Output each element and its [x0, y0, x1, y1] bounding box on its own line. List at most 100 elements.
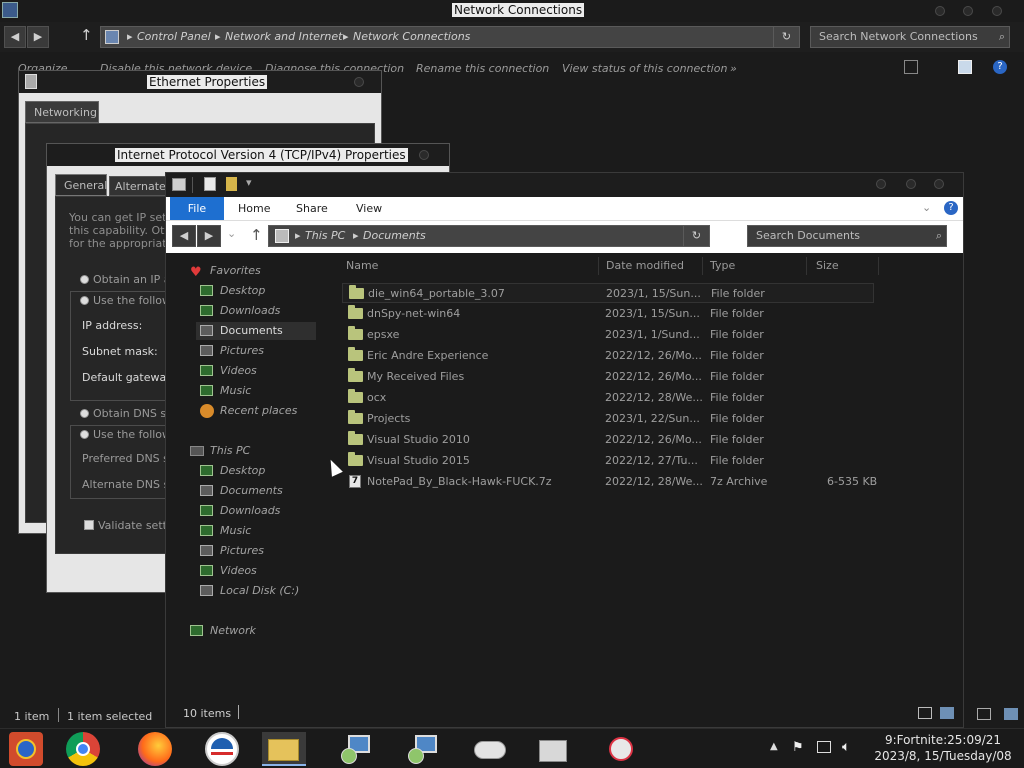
- ribbon-tab-file[interactable]: File: [170, 197, 224, 220]
- obtain-ip-option[interactable]: Obtain an IP ac: [80, 273, 177, 286]
- tab-alternate[interactable]: Alternate: [109, 176, 169, 196]
- validate-option[interactable]: Validate settin: [84, 519, 177, 532]
- details-view-icon[interactable]: [918, 707, 932, 719]
- table-row[interactable]: die_win64_portable_3.07 2023/1, 15/Sun...…: [342, 283, 874, 303]
- table-row[interactable]: ocx 2022/12, 28/We... File folder: [342, 388, 874, 408]
- large-icons-view-icon[interactable]: [1004, 708, 1018, 720]
- snipping-tool-icon[interactable]: [604, 732, 638, 766]
- quick-access-dropdown-icon[interactable]: ▾: [246, 176, 252, 189]
- details-view-icon[interactable]: [977, 708, 991, 720]
- search-box[interactable]: Search Documents ⌕: [747, 225, 947, 247]
- refresh-icon[interactable]: ↻: [683, 226, 709, 246]
- nav-favorites-music[interactable]: Music: [200, 382, 251, 400]
- ribbon-tab-home[interactable]: Home: [238, 202, 270, 215]
- nav-favorites-pictures[interactable]: Pictures: [200, 342, 264, 360]
- breadcrumb-control-panel[interactable]: Control Panel: [137, 27, 211, 47]
- column-divider[interactable]: [806, 257, 807, 275]
- network-setup-icon[interactable]: [338, 732, 372, 766]
- nav-pc-pictures[interactable]: Pictures: [200, 542, 264, 560]
- chrome-icon[interactable]: [66, 732, 100, 766]
- column-header-name[interactable]: Name: [346, 259, 378, 272]
- close-button[interactable]: [934, 179, 944, 189]
- refresh-icon[interactable]: ↻: [773, 27, 799, 47]
- tab-networking[interactable]: Networking: [25, 101, 99, 123]
- rename-button[interactable]: Rename this connection: [416, 62, 549, 75]
- maximize-button[interactable]: [906, 179, 916, 189]
- close-button[interactable]: [419, 150, 429, 160]
- table-row[interactable]: dnSpy-net-win64 2023/1, 15/Sun... File fol…: [342, 304, 874, 324]
- search-box[interactable]: Search Network Connections ⌕: [810, 26, 1010, 48]
- column-header-size[interactable]: Size: [816, 259, 839, 272]
- action-center-flag-icon[interactable]: ⚑: [792, 740, 804, 755]
- minimize-button[interactable]: [935, 6, 945, 16]
- column-divider[interactable]: [598, 257, 599, 275]
- help-icon[interactable]: ?: [993, 60, 1007, 74]
- network-tray-icon[interactable]: [817, 741, 831, 753]
- favorites-node[interactable]: ♥ Favorites: [190, 262, 261, 280]
- nav-favorites-recent[interactable]: Recent places: [200, 402, 297, 420]
- nav-favorites-downloads[interactable]: Downloads: [200, 302, 280, 320]
- firefox-icon[interactable]: [138, 732, 172, 766]
- ribbon-tab-view[interactable]: View: [356, 202, 382, 215]
- table-row[interactable]: 7 NotePad_By_Black-Hawk-FUCK.7z 2022/12, 2…: [342, 472, 877, 492]
- use-dns-option[interactable]: Use the followi: [80, 428, 175, 441]
- checkbox-icon[interactable]: [84, 520, 94, 530]
- tab-general[interactable]: General: [55, 174, 107, 196]
- nav-pc-videos[interactable]: Videos: [200, 562, 257, 580]
- nav-pc-downloads[interactable]: Downloads: [200, 502, 280, 520]
- radio-icon[interactable]: [80, 430, 89, 439]
- forward-button[interactable]: ▶: [27, 26, 49, 48]
- ribbon-tab-share[interactable]: Share: [296, 202, 328, 215]
- column-divider[interactable]: [702, 257, 703, 275]
- address-bar[interactable]: ▸ Control Panel ▸ Network and Internet ▸…: [100, 26, 800, 48]
- up-arrow-icon[interactable]: ↑: [250, 226, 263, 244]
- column-header-date[interactable]: Date modified: [606, 259, 684, 272]
- more-chevron-icon[interactable]: »: [730, 62, 737, 75]
- network-setup-icon-2[interactable]: [405, 732, 439, 766]
- close-button[interactable]: [354, 77, 364, 87]
- table-row[interactable]: epsxe 2023/1, 1/Sund... File folder: [342, 325, 874, 345]
- breadcrumb-network-connections[interactable]: Network Connections: [353, 27, 470, 47]
- forward-button[interactable]: ▶: [197, 225, 221, 247]
- column-divider[interactable]: [878, 257, 879, 275]
- nav-favorites-documents[interactable]: Documents: [196, 322, 316, 340]
- view-status-button[interactable]: View status of this connection: [562, 62, 727, 75]
- network-node[interactable]: Network: [190, 622, 256, 640]
- clock[interactable]: 9:Fortnite:25:09/21 2023/8, 15/Tuesday/0…: [868, 732, 1018, 764]
- breadcrumb-network-internet[interactable]: Network and Internet: [225, 27, 343, 47]
- close-button[interactable]: [992, 6, 1002, 16]
- table-row[interactable]: Visual Studio 2010 2022/12, 26/Mo... File …: [342, 430, 874, 450]
- use-ip-option[interactable]: Use the followi: [80, 294, 175, 307]
- obtain-dns-option[interactable]: Obtain DNS ser: [80, 407, 177, 420]
- minimize-button[interactable]: [876, 179, 886, 189]
- table-row[interactable]: Projects 2023/1, 22/Sun... File folder: [342, 409, 874, 429]
- this-pc-node[interactable]: This PC: [190, 442, 250, 460]
- help-icon[interactable]: ?: [944, 201, 958, 215]
- preview-pane-icon[interactable]: [958, 60, 972, 74]
- nav-pc-desktop[interactable]: Desktop: [200, 462, 265, 480]
- search-icon[interactable]: ⌕: [999, 27, 1005, 47]
- radio-icon[interactable]: [80, 409, 89, 418]
- table-row[interactable]: Eric Andre Experience 2022/12, 26/Mo... Fi…: [342, 346, 874, 366]
- search-icon[interactable]: ⌕: [936, 226, 942, 246]
- nav-pc-documents[interactable]: Documents: [200, 482, 283, 500]
- back-button[interactable]: ◀: [172, 225, 196, 247]
- nav-pc-local-disk[interactable]: Local Disk (C:): [200, 582, 299, 600]
- nav-favorites-desktop[interactable]: Desktop: [200, 282, 265, 300]
- table-row[interactable]: Visual Studio 2015 2022/12, 27/Tu... File …: [342, 451, 874, 471]
- volume-icon[interactable]: 🔈︎: [842, 739, 850, 755]
- address-bar[interactable]: ▸ This PC ▸ Documents ↻: [268, 225, 710, 247]
- view-options-icon[interactable]: [904, 60, 918, 74]
- back-button[interactable]: ◀: [4, 26, 26, 48]
- large-icons-view-icon[interactable]: [940, 707, 954, 719]
- table-row[interactable]: My Received Files 2022/12, 26/Mo... File f…: [342, 367, 874, 387]
- nav-pc-music[interactable]: Music: [200, 522, 251, 540]
- nav-favorites-videos[interactable]: Videos: [200, 362, 257, 380]
- radio-icon[interactable]: [80, 275, 89, 284]
- recent-locations-icon[interactable]: ⌄: [227, 227, 236, 240]
- ribbon-expand-chevron-icon[interactable]: ⌄: [922, 201, 931, 214]
- properties-icon[interactable]: [204, 177, 216, 191]
- obama-logo-icon[interactable]: [205, 732, 239, 766]
- breadcrumb-documents[interactable]: Documents: [363, 226, 426, 246]
- cash-register-icon[interactable]: [536, 732, 570, 766]
